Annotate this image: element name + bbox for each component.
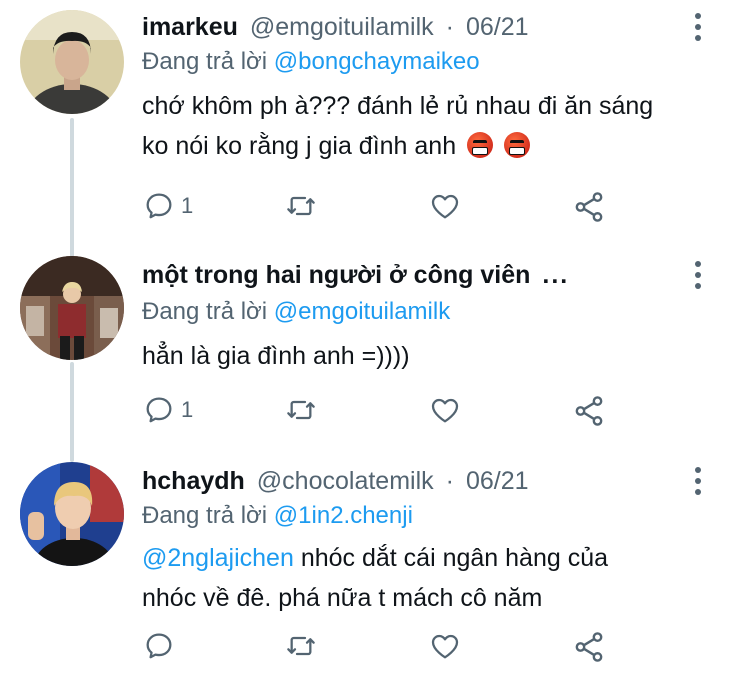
more-options-icon[interactable] bbox=[686, 464, 710, 498]
angry-face-icon bbox=[467, 132, 494, 158]
display-name[interactable]: hchaydh bbox=[142, 464, 245, 498]
separator-dot: · bbox=[445, 467, 454, 495]
tweet[interactable]: imarkeu @emgoituilamilk · 06/21 Đang trả… bbox=[0, 0, 750, 240]
tweet[interactable]: hchaydh @chocolatemilk · 06/21 Đang trả … bbox=[0, 454, 750, 682]
tweet-header: một trong hai người ở công viên ... bbox=[142, 258, 569, 292]
reply-count: 1 bbox=[181, 193, 194, 218]
retweet-icon bbox=[287, 196, 315, 216]
tweet-text-line: chớ khôm ph à??? đánh lẻ rủ nhau đi ăn s… bbox=[142, 92, 654, 120]
replying-to-mention[interactable]: @bongchaymaikeo bbox=[274, 48, 480, 75]
timestamp[interactable]: 06/21 bbox=[466, 10, 529, 44]
like-button[interactable] bbox=[428, 630, 462, 662]
avatar[interactable] bbox=[20, 256, 124, 360]
share-icon bbox=[575, 192, 603, 222]
retweet-button[interactable] bbox=[284, 630, 318, 662]
replying-prefix: Đang trả lời bbox=[142, 502, 268, 529]
tweet-text-line-content: nhóc dắt cái ngân hàng của bbox=[300, 544, 609, 572]
tweet-text-line: nhóc về đê. phá nữa t mách cô năm bbox=[142, 584, 543, 612]
replying-to: Đang trả lời @1in2.chenji bbox=[142, 500, 413, 532]
replying-prefix: Đang trả lời bbox=[142, 48, 268, 75]
reply-icon bbox=[146, 193, 172, 219]
replying-prefix: Đang trả lời bbox=[142, 298, 268, 325]
display-name[interactable]: imarkeu bbox=[142, 10, 238, 44]
timestamp[interactable]: 06/21 bbox=[466, 464, 529, 498]
like-icon bbox=[431, 398, 459, 423]
tweet-header: hchaydh @chocolatemilk · 06/21 bbox=[142, 464, 529, 498]
retweet-icon bbox=[287, 636, 315, 656]
more-options-icon[interactable] bbox=[686, 258, 710, 292]
text-mention[interactable]: @2nglajichen bbox=[142, 544, 294, 572]
retweet-icon bbox=[287, 400, 315, 420]
reply-button[interactable] bbox=[143, 630, 181, 662]
more-options-icon[interactable] bbox=[686, 10, 710, 44]
handle[interactable]: @chocolatemilk bbox=[257, 464, 434, 498]
replying-to-mention[interactable]: @emgoituilamilk bbox=[274, 298, 450, 325]
retweet-button[interactable] bbox=[284, 394, 318, 426]
share-button[interactable] bbox=[572, 394, 606, 428]
tweet-text: chớ khôm ph à??? đánh lẻ rủ nhau đi ăn s… bbox=[142, 86, 722, 166]
avatar[interactable] bbox=[20, 462, 124, 566]
handle[interactable]: @emgoituilamilk bbox=[250, 10, 434, 44]
tweet[interactable]: một trong hai người ở công viên ... Đang… bbox=[0, 244, 750, 444]
avatar[interactable] bbox=[20, 10, 124, 114]
display-name[interactable]: một trong hai người ở công viên bbox=[142, 258, 530, 292]
replying-to: Đang trả lời @bongchaymaikeo bbox=[142, 46, 480, 78]
reply-icon bbox=[146, 633, 172, 659]
tweet-text-line: hẳn là gia đình anh =)))) bbox=[142, 342, 410, 370]
tweet-header: imarkeu @emgoituilamilk · 06/21 bbox=[142, 10, 529, 44]
share-icon bbox=[575, 396, 603, 426]
like-icon bbox=[431, 194, 459, 219]
like-button[interactable] bbox=[428, 190, 462, 222]
tweet-text-line-content: ko nói ko rằng j gia đình anh bbox=[142, 132, 457, 160]
angry-face-icon bbox=[504, 132, 531, 158]
reply-count: 1 bbox=[181, 397, 194, 422]
replying-to: Đang trả lời @emgoituilamilk bbox=[142, 296, 450, 328]
display-name-truncation: ... bbox=[542, 261, 570, 289]
tweet-text: @2nglajichen nhóc dắt cái ngân hàng của … bbox=[142, 538, 722, 618]
share-icon bbox=[575, 632, 603, 662]
tweet-text-line: ko nói ko rằng j gia đình anh bbox=[142, 126, 722, 166]
tweet-text: hẳn là gia đình anh =)))) bbox=[142, 336, 722, 376]
reply-icon bbox=[146, 397, 172, 423]
retweet-button[interactable] bbox=[284, 190, 318, 222]
separator-dot: · bbox=[445, 13, 454, 41]
reply-button[interactable]: 1 bbox=[143, 394, 193, 426]
reply-button[interactable]: 1 bbox=[143, 190, 193, 222]
share-button[interactable] bbox=[572, 630, 606, 664]
like-icon bbox=[431, 634, 459, 659]
replying-to-mention[interactable]: @1in2.chenji bbox=[274, 502, 413, 529]
share-button[interactable] bbox=[572, 190, 606, 224]
like-button[interactable] bbox=[428, 394, 462, 426]
tweet-text-line: @2nglajichen nhóc dắt cái ngân hàng của bbox=[142, 538, 722, 578]
